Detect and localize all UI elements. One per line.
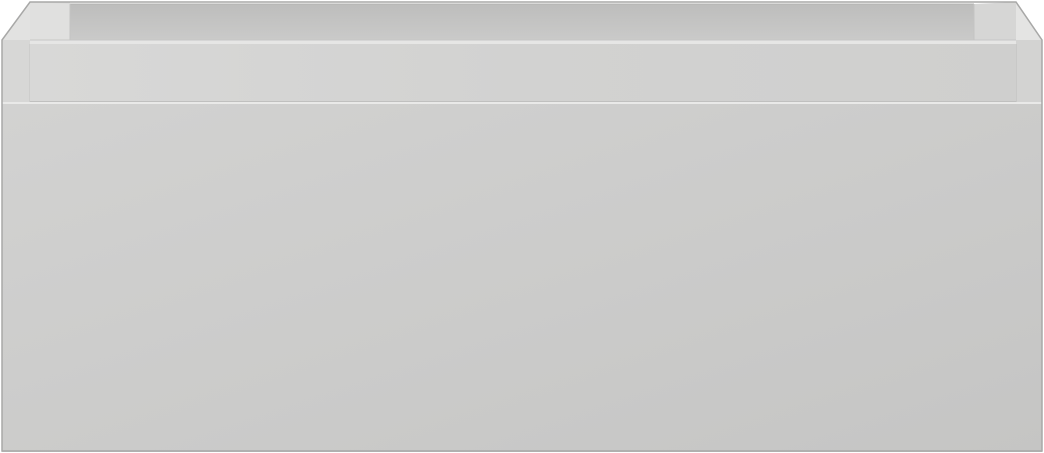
- product-scene: [0, 0, 1044, 453]
- drawer-front-panel: [2, 102, 1042, 452]
- drawer-rim-left: [2, 2, 31, 104]
- drawer-inner-back-wall: [70, 3, 974, 40]
- drawer-rim-right: [1015, 2, 1042, 104]
- drawer-illustration: [1, 1, 1043, 452]
- drawer-inner-left-wall: [30, 2, 70, 44]
- drawer-rim-face: [30, 44, 1016, 102]
- drawer-inner-right-wall: [974, 2, 1016, 44]
- drawer-rim-top-edge: [30, 39, 1016, 44]
